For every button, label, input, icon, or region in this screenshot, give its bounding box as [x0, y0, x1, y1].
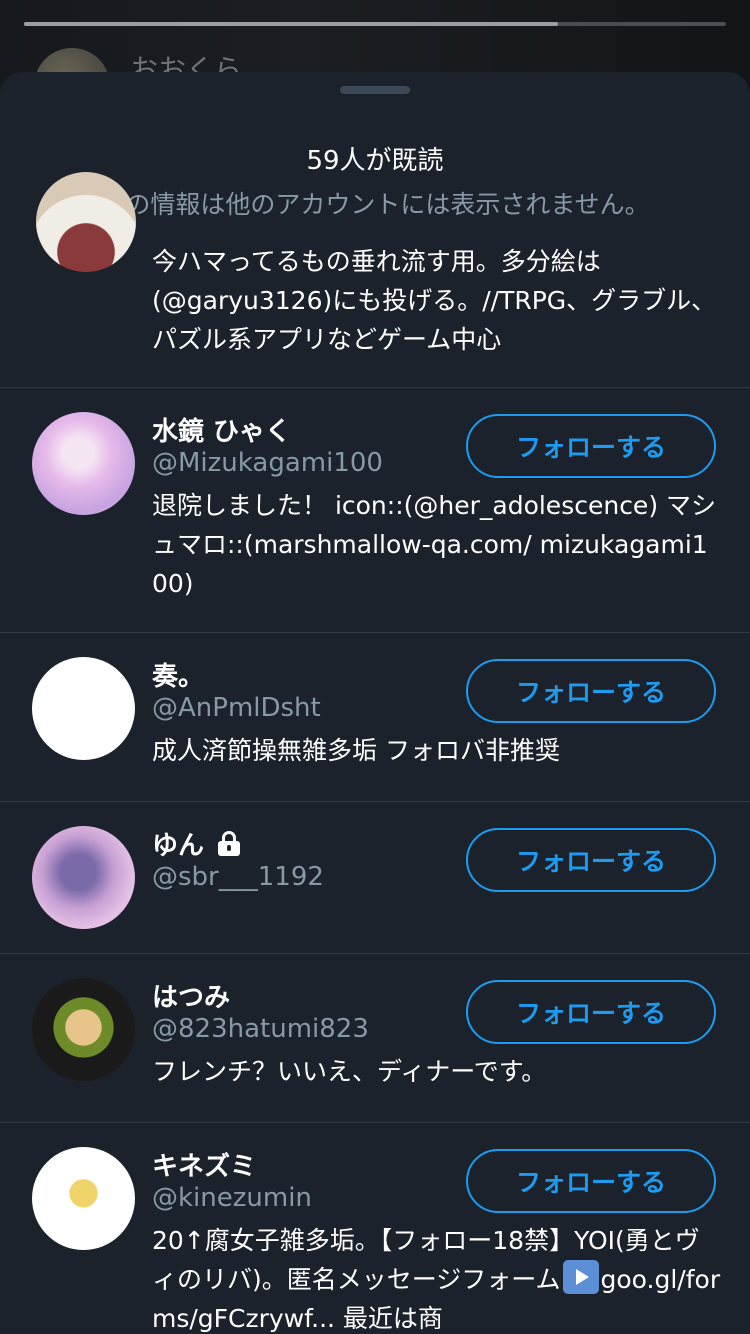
list-item[interactable]: ゆん @sbr___1192 フォローする [0, 802, 750, 954]
user-bio: フレンチ？いいえ、ディナーです。 [152, 1057, 547, 1086]
display-name: はつみ [152, 982, 231, 1013]
avatar[interactable] [36, 172, 136, 272]
user-bio: 成人済節操無雑多垢 フォロバ非推奨 [152, 736, 560, 765]
display-name: 奏。 [152, 661, 205, 692]
user-handle: @kinezumin [152, 1183, 312, 1213]
list-item[interactable]: 水鏡 ひゃく @Mizukagami100 退院しました！ icon::(@he… [0, 388, 750, 633]
display-name: ゆん [152, 830, 205, 861]
user-handle: @sbr___1192 [152, 862, 324, 892]
viewers-sheet: 59人が既読 この情報は他のアカウントには表示されません。 今ハマってるもの垂れ… [0, 72, 750, 1334]
display-name: キネズミ [152, 1151, 257, 1182]
viewers-list: 今ハマってるもの垂れ流す用。多分絵は(@garyu3126)にも投げる。//TR… [0, 172, 750, 1334]
avatar[interactable] [32, 1147, 135, 1250]
lock-icon [216, 830, 242, 856]
follow-button[interactable]: フォローする [466, 980, 716, 1044]
user-bio: 退院しました！ icon::(@her_adolescence) マシュマロ::… [152, 491, 717, 598]
follow-button[interactable]: フォローする [466, 828, 716, 892]
sheet-grabber-handle[interactable] [340, 86, 410, 94]
avatar[interactable] [32, 826, 135, 929]
user-handle: @823hatumi823 [152, 1014, 369, 1044]
follow-button[interactable]: フォローする [466, 414, 716, 478]
list-item[interactable]: はつみ @823hatumi823 フレンチ？いいえ、ディナーです。 フォローす… [0, 954, 750, 1123]
list-item[interactable]: 今ハマってるもの垂れ流す用。多分絵は(@garyu3126)にも投げる。//TR… [0, 172, 750, 388]
follow-button[interactable]: フォローする [466, 659, 716, 723]
follow-button[interactable]: フォローする [466, 1149, 716, 1213]
user-handle: @AnPmlDsht [152, 693, 321, 723]
viewers-count-title: 59人が既読 [306, 146, 444, 176]
user-handle: @Mizukagami100 [152, 448, 383, 478]
user-bio: 20↑腐女子雑多垢。【フォロー18禁】YOI(勇とヴィのリバ)。匿名メッセージフ… [152, 1221, 722, 1334]
play-button-icon [562, 1260, 599, 1294]
avatar[interactable] [32, 657, 135, 760]
avatar[interactable] [32, 978, 135, 1081]
list-item[interactable]: キネズミ @kinezumin 20↑腐女子雑多垢。【フォロー18禁】YOI(勇… [0, 1123, 750, 1334]
display-name: 水鏡 ひゃく [152, 416, 292, 447]
avatar[interactable] [32, 412, 135, 515]
user-bio: 今ハマってるもの垂れ流す用。多分絵は(@garyu3126)にも投げる。//TR… [152, 247, 717, 354]
list-item[interactable]: 奏。 @AnPmlDsht 成人済節操無雑多垢 フォロバ非推奨 フォローする [0, 633, 750, 802]
story-progress-bar [24, 22, 726, 26]
